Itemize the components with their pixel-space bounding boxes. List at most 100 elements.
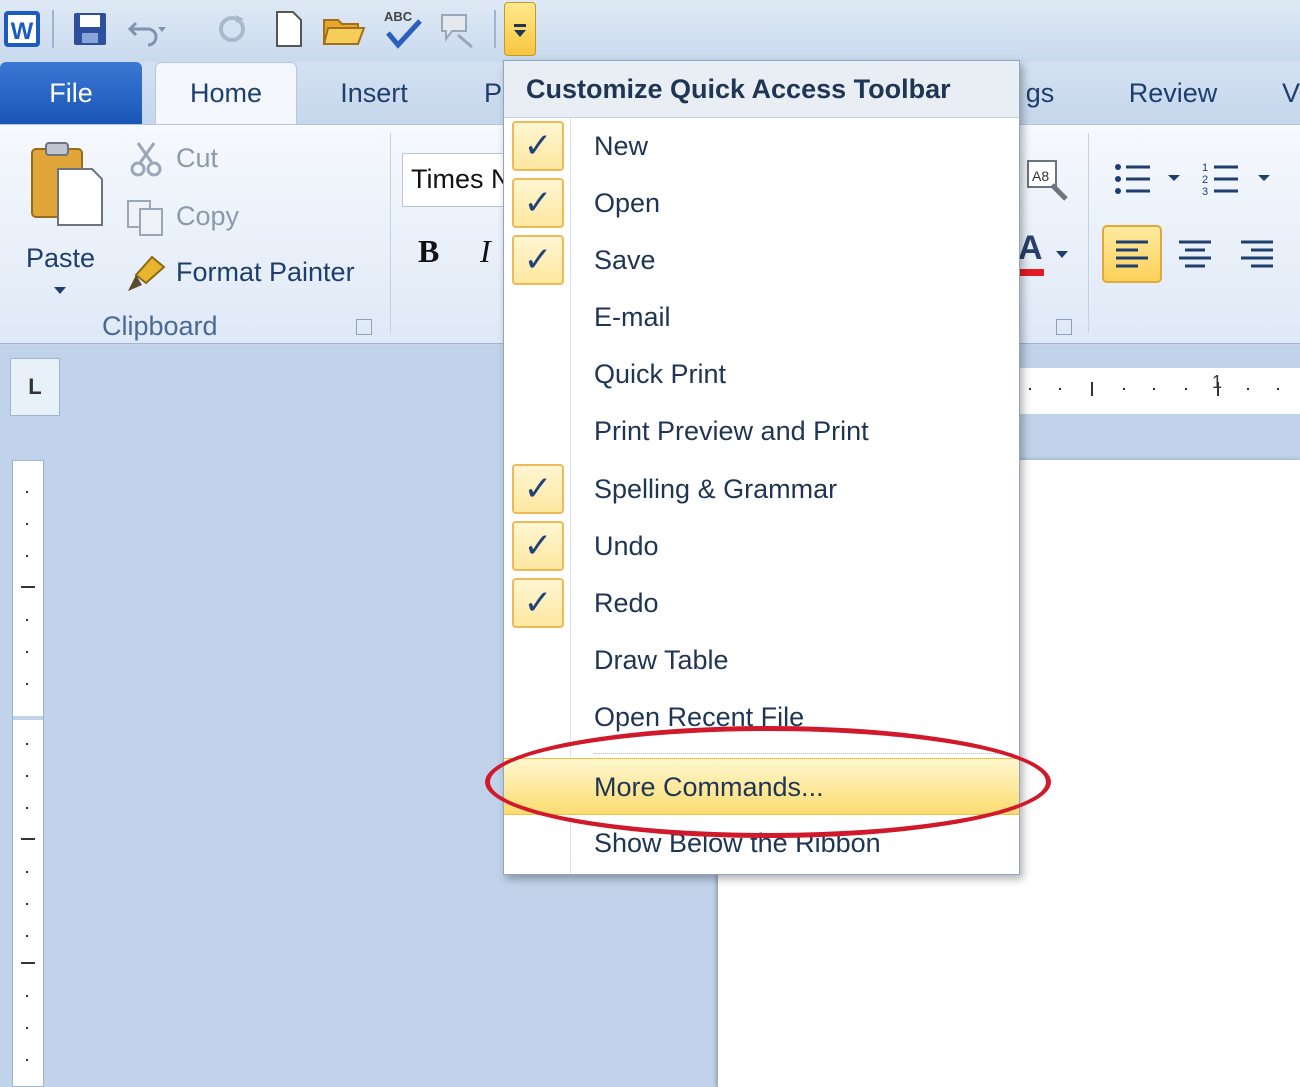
group-separator [1088,133,1089,333]
svg-text:W: W [11,18,34,45]
tab-file[interactable]: File [0,62,142,124]
cut-label: Cut [176,143,219,173]
menu-item-open-recent-file[interactable]: Open Recent File [504,689,1019,746]
align-right-icon [1241,240,1273,268]
group-separator [390,133,391,333]
menu-item-label: Undo [594,531,659,561]
clipboard-launcher-icon[interactable] [356,319,372,335]
ruler-ticks [1029,382,1279,396]
qat-separator [52,10,54,48]
format-painter-button[interactable]: Format Painter [124,253,374,297]
ruler-number: 1 [1212,372,1223,392]
align-center-icon [1179,240,1211,268]
align-left-button[interactable] [1102,225,1162,283]
font-color-button[interactable]: A [1018,229,1043,268]
font-name-box[interactable]: Times N [402,153,512,207]
menu-item-label: Redo [594,588,659,618]
open-icon[interactable] [322,6,366,52]
bullets-icon[interactable] [1110,159,1184,203]
font-name-value: Times N [411,164,511,194]
svg-text:3: 3 [1202,186,1208,198]
menu-item-label: Print Preview and Print [594,416,869,446]
menu-item-label: Spelling & Grammar [594,474,838,504]
svg-text:1: 1 [1202,162,1208,174]
check-icon: ✓ [512,578,564,628]
menu-item-label: Save [594,245,656,275]
menu-item-quick-print[interactable]: Quick Print [504,346,1019,403]
paste-dropdown-icon[interactable] [54,287,66,294]
save-icon[interactable] [68,6,112,52]
menu-separator [594,753,1014,754]
menu-item-save[interactable]: ✓ Save [504,232,1019,289]
menu-item-email[interactable]: E-mail [504,289,1019,346]
menu-item-label: E-mail [594,302,671,332]
menu-item-open[interactable]: ✓ Open [504,175,1019,232]
italic-button[interactable]: I [480,233,491,270]
qat-separator [494,10,496,48]
tab-mailings[interactable]: gs [1020,62,1060,124]
comment-icon[interactable] [436,6,480,52]
svg-text:A8: A8 [1032,168,1049,184]
align-left-icon [1116,240,1148,268]
copy-label: Copy [176,201,240,231]
menu-item-more-commands[interactable]: More Commands... [504,758,1019,815]
scissors-icon [130,142,162,177]
font-color-bar [1018,269,1044,276]
quick-access-toolbar: W ABC [0,0,1300,62]
check-icon: ✓ [512,235,564,285]
menu-item-label: Draw Table [594,645,729,675]
menu-item-spelling-grammar[interactable]: ✓ Spelling & Grammar [504,461,1019,518]
menu-item-draw-table[interactable]: Draw Table [504,632,1019,689]
paste-icon [31,142,103,226]
menu-title: Customize Quick Access Toolbar [504,61,1019,118]
menu-item-label: Quick Print [594,359,727,389]
spelling-icon[interactable]: ABC [380,6,424,52]
align-center-button[interactable] [1170,225,1220,283]
tab-home[interactable]: Home [155,62,297,124]
menu-item-label: Show Below the Ribbon [594,828,881,858]
menu-item-undo[interactable]: ✓ Undo [504,518,1019,575]
menu-item-print-preview[interactable]: Print Preview and Print [504,403,1019,460]
redo-icon[interactable] [210,6,254,52]
tab-view[interactable]: V [1282,62,1300,124]
menu-item-label: New [594,131,649,161]
bold-button[interactable]: B [418,233,439,270]
menu-item-show-below-ribbon[interactable]: Show Below the Ribbon [504,815,1019,872]
change-styles-icon[interactable]: A8 [1026,159,1070,203]
check-icon: ✓ [512,464,564,514]
menu-item-new[interactable]: ✓ New [504,118,1019,175]
check-icon: ✓ [512,121,564,171]
tab-insert[interactable]: Insert [318,62,430,124]
copy-icon [127,200,163,236]
paste-label: Paste [26,243,96,273]
menu-item-label: Open [594,188,661,218]
menu-item-redo[interactable]: ✓ Redo [504,575,1019,632]
horizontal-ruler[interactable]: 1 [1020,368,1300,414]
word-logo-icon[interactable]: W [0,6,44,52]
font-launcher-icon[interactable] [1056,319,1072,335]
vertical-ruler[interactable] [12,460,44,1087]
undo-icon[interactable] [124,6,168,52]
menu-item-label: More Commands... [594,772,824,802]
tab-selector[interactable]: L [10,358,60,416]
svg-text:2: 2 [1202,174,1208,186]
format-painter-label: Format Painter [176,257,355,287]
check-icon: ✓ [512,178,564,228]
customize-qat-menu: Customize Quick Access Toolbar ✓ New ✓ O… [503,60,1020,875]
ruler-ticks [13,491,43,1061]
clipboard-group-label: Clipboard [102,311,218,341]
tab-selector-glyph: L [28,374,42,399]
menu-item-label: Open Recent File [594,702,805,732]
svg-text:ABC: ABC [384,9,413,24]
font-color-dropdown-icon[interactable] [1056,251,1068,258]
customize-dropdown-icon[interactable] [504,2,536,56]
cut-button[interactable]: Cut [124,139,274,183]
align-right-button[interactable] [1232,225,1282,283]
numbering-icon[interactable]: 123 [1200,159,1274,203]
format-painter-icon [128,255,166,291]
copy-button[interactable]: Copy [124,197,274,241]
check-icon: ✓ [512,521,564,571]
new-icon[interactable] [266,6,310,52]
paste-button[interactable]: Paste [20,137,110,307]
tab-review[interactable]: Review [1110,62,1236,124]
